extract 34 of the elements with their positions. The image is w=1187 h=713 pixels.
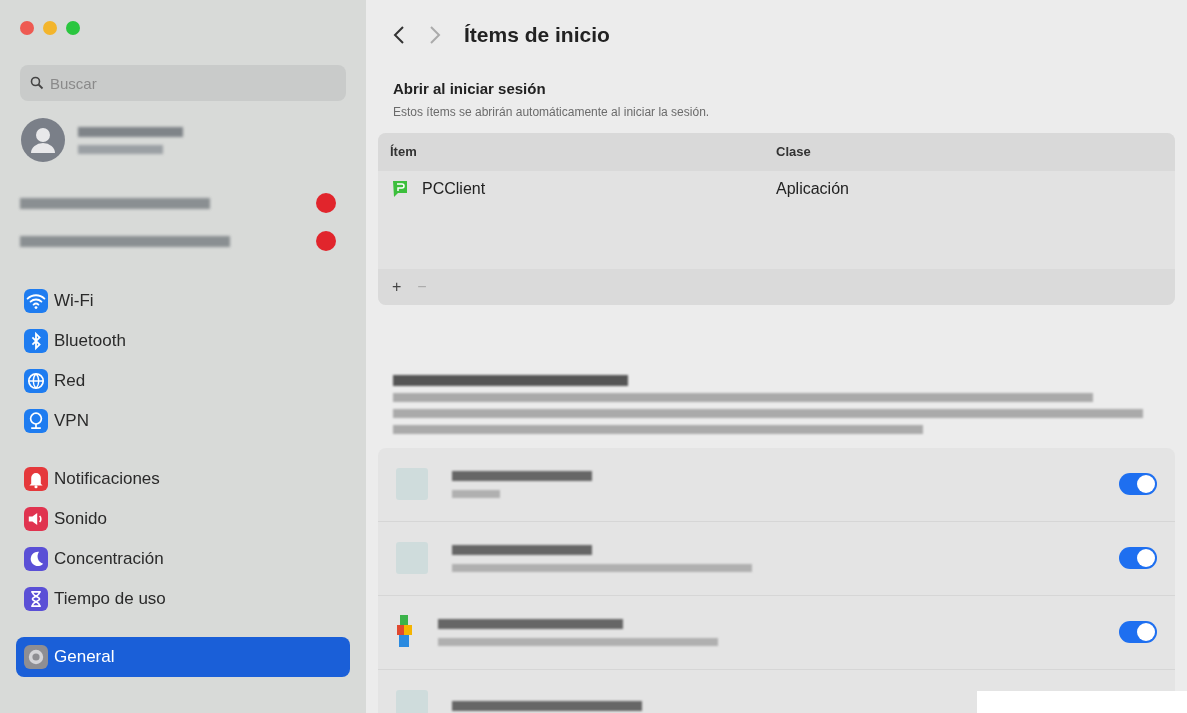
table-cell-text: PCClient bbox=[422, 178, 486, 199]
window-title: Ítems de inicio bbox=[464, 22, 610, 49]
sidebar-item[interactable]: Wi-Fi bbox=[20, 281, 346, 321]
forward-button[interactable] bbox=[428, 24, 442, 46]
sidebar-item[interactable]: VPN bbox=[20, 401, 346, 441]
column-header[interactable]: Ítem bbox=[390, 141, 776, 162]
sidebar-item[interactable]: Notificaciones bbox=[20, 459, 346, 499]
toggle-switch[interactable] bbox=[1119, 473, 1157, 495]
toggle-switch[interactable] bbox=[1119, 547, 1157, 569]
window-control-button[interactable] bbox=[20, 21, 34, 35]
sidebar-item[interactable]: Bluetooth bbox=[20, 321, 346, 361]
add-button[interactable]: + bbox=[386, 274, 408, 299]
blurred-alert-text[interactable] bbox=[20, 197, 210, 209]
window-control-button[interactable] bbox=[66, 21, 80, 35]
avatar-icon bbox=[20, 117, 66, 163]
app-icon bbox=[392, 179, 408, 198]
app-icon bbox=[396, 615, 414, 649]
column-header[interactable]: Clase bbox=[776, 141, 811, 162]
table-cell-text: Aplicación bbox=[776, 178, 849, 199]
table-row[interactable]: PCClient Aplicación bbox=[378, 170, 1175, 207]
blurred-app-detail bbox=[452, 489, 500, 498]
toggle-switch[interactable] bbox=[1119, 621, 1157, 643]
search-icon bbox=[30, 76, 44, 90]
sidebar-item[interactable]: Red bbox=[20, 361, 346, 401]
sidebar-item[interactable]: Tiempo de uso bbox=[20, 579, 346, 619]
search-field[interactable]: Buscar bbox=[20, 65, 346, 101]
window-control-button[interactable] bbox=[43, 21, 57, 35]
section-description: Estos ítems se abrirán automáticamente al iniciar la sesión. bbox=[393, 103, 711, 121]
sidebar-item[interactable]: Concentración bbox=[20, 539, 346, 579]
section-heading: Abrir al iniciar sesión bbox=[393, 79, 547, 99]
sidebar-item[interactable]: General bbox=[16, 637, 350, 677]
back-button[interactable] bbox=[392, 24, 406, 46]
blurred-alert-text[interactable] bbox=[20, 235, 230, 247]
sidebar-item[interactable]: Sonido bbox=[20, 499, 346, 539]
